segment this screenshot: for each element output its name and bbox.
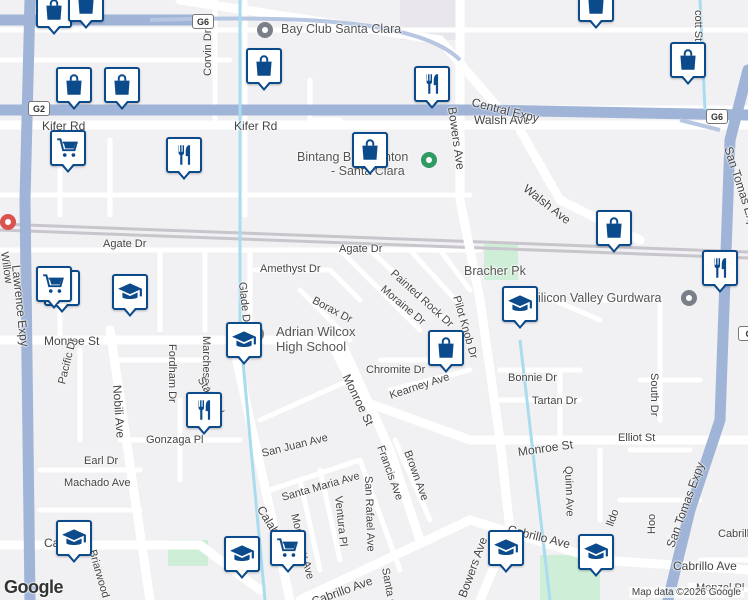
shopping-bag-icon[interactable] — [68, 0, 104, 29]
place-label-bracher-park[interactable]: Bracher Pk — [464, 264, 526, 278]
map-canvas[interactable]: G6 G6 G2 G Kifer Rd Kifer Rd Walsh Ave W… — [0, 0, 748, 600]
place-label-school-line2: High School — [276, 339, 347, 354]
place-label-bay-club[interactable]: Bay Club Santa Clara — [281, 22, 401, 36]
route-shield-g6-east: G6 — [706, 109, 728, 124]
road-label: cott St — [692, 10, 704, 42]
road-label: South Dr — [648, 373, 660, 417]
shopping-bag-icon[interactable] — [578, 0, 614, 29]
restaurant-icon[interactable] — [166, 137, 202, 180]
road-label: Bonnie Dr — [508, 372, 557, 384]
road-label: Hoo — [646, 513, 658, 534]
shopping-bag-icon[interactable] — [596, 210, 632, 253]
road-label: Tartan Dr — [532, 395, 578, 407]
shopping-bag-icon[interactable] — [352, 132, 388, 175]
road-label: Gonzaga Pl — [146, 434, 204, 446]
road-label: Fordham Dr — [166, 344, 178, 403]
grocery-cart-icon[interactable] — [50, 130, 86, 173]
restaurant-icon[interactable] — [186, 392, 222, 435]
road-label: Agate Dr — [339, 243, 383, 255]
place-marker-icon[interactable] — [0, 214, 16, 230]
road-label: Cabrillo Ave — [673, 559, 737, 573]
road-label: Agate Dr — [103, 238, 147, 250]
road-label: Elliot St — [618, 432, 656, 444]
place-label-gurdwara[interactable]: ilicon Valley Gurdwara — [538, 291, 661, 305]
school-icon[interactable] — [488, 530, 524, 573]
grocery-cart-icon[interactable] — [270, 530, 306, 573]
road-label: Kifer Rd — [234, 119, 278, 133]
road-label: Machado Ave — [64, 477, 131, 489]
route-shield-g6: G6 — [192, 14, 214, 29]
shopping-bag-icon[interactable] — [56, 67, 92, 110]
school-icon[interactable] — [578, 534, 614, 577]
school-icon[interactable] — [224, 536, 260, 579]
shopping-bag-icon[interactable] — [428, 330, 464, 373]
road-label: Cabrillo Ave — [718, 528, 748, 540]
school-icon[interactable] — [112, 274, 148, 317]
grocery-cart-icon[interactable] — [36, 266, 72, 309]
restaurant-icon[interactable] — [414, 66, 450, 109]
route-shield-g4: G — [738, 326, 748, 341]
place-of-worship-icon[interactable] — [681, 290, 697, 306]
road-label: Chromite Dr — [366, 364, 426, 376]
shopping-bag-icon[interactable] — [670, 42, 706, 85]
restaurant-icon[interactable] — [702, 250, 738, 293]
shopping-bag-icon[interactable] — [104, 67, 140, 110]
road-label: Earl Dr — [84, 455, 119, 467]
place-label-school-line1[interactable]: Adrian Wilcox — [276, 324, 355, 339]
hotel-icon[interactable] — [421, 152, 437, 168]
road-label: Quinn Ave — [562, 465, 576, 517]
place-label-hotel[interactable]: Bintang B — [297, 150, 351, 164]
shopping-bag-icon[interactable] — [246, 48, 282, 91]
school-icon[interactable] — [502, 286, 538, 329]
route-shield-g2: G2 — [28, 101, 50, 116]
gym-icon[interactable] — [257, 22, 273, 38]
google-logo: Google — [4, 577, 64, 597]
school-icon[interactable] — [226, 322, 262, 365]
road-label: Amethyst Dr — [260, 263, 321, 275]
road-label: Corvin Dr — [202, 29, 214, 76]
school-icon[interactable] — [56, 520, 92, 563]
map-attribution[interactable]: Map data ©2026 Google — [628, 587, 744, 598]
shopping-bag-icon[interactable] — [36, 0, 72, 35]
